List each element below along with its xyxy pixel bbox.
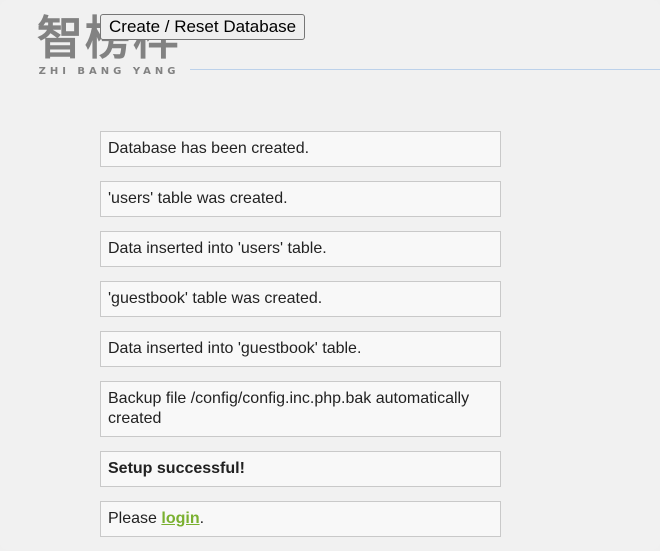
- message-please-login: Please login.: [100, 501, 501, 537]
- login-link[interactable]: login: [161, 510, 199, 527]
- message-text: Setup successful!: [108, 460, 245, 477]
- message-text: Backup file /config/config.inc.php.bak a…: [108, 390, 470, 427]
- message-guestbook-table-created: 'guestbook' table was created.: [100, 281, 501, 317]
- message-database-created: Database has been created.: [100, 131, 501, 167]
- message-users-data-inserted: Data inserted into 'users' table.: [100, 231, 501, 267]
- message-text: Database has been created.: [108, 140, 310, 157]
- message-text: Data inserted into 'guestbook' table.: [108, 340, 362, 357]
- message-backup-created: Backup file /config/config.inc.php.bak a…: [100, 381, 501, 437]
- message-setup-successful: Setup successful!: [100, 451, 501, 487]
- create-reset-database-button[interactable]: Create / Reset Database: [100, 14, 306, 40]
- login-suffix: .: [199, 510, 205, 527]
- page-frame: 智榜样 ZHI BANG YANG Create / Reset Databas…: [0, 0, 660, 550]
- message-text: 'guestbook' table was created.: [108, 290, 323, 307]
- login-prefix: Please: [108, 510, 162, 527]
- watermark-sub-text: ZHI BANG YANG: [38, 66, 180, 77]
- header-divider: [190, 69, 660, 70]
- message-text: Data inserted into 'users' table.: [108, 240, 327, 257]
- setup-messages: Database has been created. 'users' table…: [100, 131, 501, 551]
- message-text: 'users' table was created.: [108, 190, 288, 207]
- message-users-table-created: 'users' table was created.: [100, 181, 501, 217]
- message-guestbook-data-inserted: Data inserted into 'guestbook' table.: [100, 331, 501, 367]
